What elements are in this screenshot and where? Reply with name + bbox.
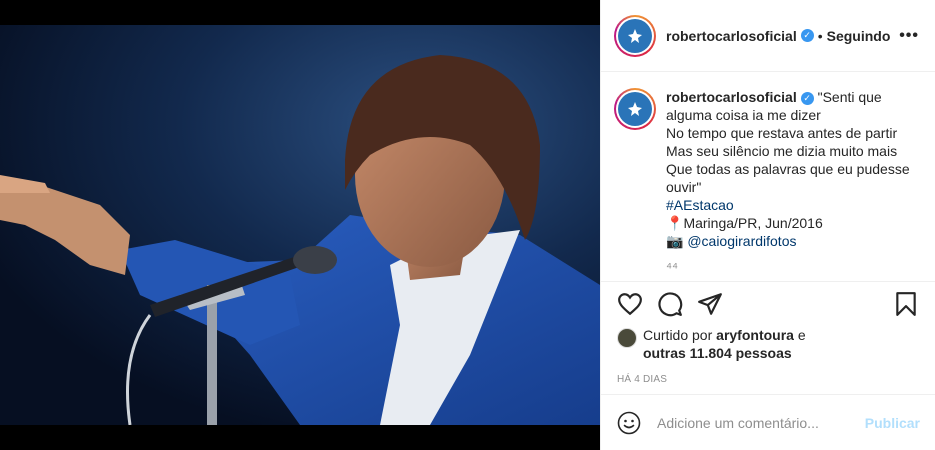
liker-avatar[interactable] [617, 328, 637, 348]
post-media [0, 0, 600, 450]
likes-summary: Curtido por aryfontoura e outras 11.804 … [601, 326, 935, 362]
caption-avatar-frame [616, 90, 654, 128]
hashtag-link[interactable]: #AEstacao [666, 196, 919, 214]
photo-credit-link[interactable]: @caiogirardifotos [687, 233, 796, 249]
location-line: 📍Maringa/PR, Jun/2016 [666, 214, 919, 232]
pin-icon: 📍 [666, 215, 684, 231]
add-comment-bar: Adicione um comentário... Publicar [601, 394, 935, 450]
avatar-frame [616, 16, 654, 55]
publish-button[interactable]: Publicar [865, 415, 920, 431]
more-options-icon[interactable]: ••• [899, 27, 919, 45]
caption-line: No tempo que restava antes de partir [666, 125, 898, 141]
likes-prefix: Curtido por [643, 327, 713, 343]
verified-badge-icon: ✓ [800, 91, 814, 105]
likes-others-link[interactable]: outras 11.804 pessoas [643, 345, 792, 361]
likes-text: Curtido por aryfontoura e outras 11.804 … [643, 326, 806, 362]
truncated-text: ⁴⁴ [666, 259, 679, 275]
header-username[interactable]: robertocarlosoficial [666, 28, 797, 44]
caption-line: Mas seu silêncio me dizia muito mais [666, 143, 898, 159]
avatar-figure-icon [628, 28, 642, 43]
caption-avatar[interactable] [618, 92, 652, 126]
heart-icon[interactable] [617, 291, 643, 317]
post-photo[interactable] [0, 25, 600, 425]
caption: robertocarlosoficial ✓ "Senti que alguma … [666, 88, 919, 281]
comments-area[interactable]: robertocarlosoficial ✓ "Senti que alguma … [601, 72, 935, 282]
share-icon[interactable] [697, 291, 723, 317]
singer-photo-illustration [0, 25, 600, 425]
credit-line: 📷 @caiogirardifotos [666, 232, 919, 250]
save-bookmark-icon[interactable] [893, 291, 919, 317]
post-detail-panel: robertocarlosoficial ✓ • Seguindo ••• ro… [600, 0, 935, 450]
caption-story-ring[interactable] [614, 88, 656, 130]
emoji-icon[interactable] [617, 411, 641, 435]
caption-username[interactable]: robertocarlosoficial [666, 89, 797, 105]
comment-icon[interactable] [657, 291, 683, 317]
liker-username[interactable]: aryfontoura [716, 327, 794, 343]
location-text: Maringa/PR, Jun/2016 [683, 215, 823, 231]
verified-badge-icon: ✓ [800, 29, 814, 42]
camera-icon: 📷 [666, 233, 684, 249]
comment-input[interactable]: Adicione um comentário... [657, 415, 865, 431]
header-separator: • [817, 27, 823, 44]
avatar[interactable] [618, 18, 652, 53]
caption-line: Que todas as palavras que eu pudesse ouv… [666, 161, 910, 195]
likes-conjunction: e [797, 327, 806, 343]
post-timestamp[interactable]: HÁ 4 DIAS [601, 362, 935, 385]
follow-status-button[interactable]: Seguindo [827, 28, 891, 44]
action-bar [601, 282, 935, 326]
avatar-figure-icon [628, 102, 642, 116]
post-header: robertocarlosoficial ✓ • Seguindo ••• [601, 0, 935, 72]
story-ring[interactable] [614, 14, 656, 57]
